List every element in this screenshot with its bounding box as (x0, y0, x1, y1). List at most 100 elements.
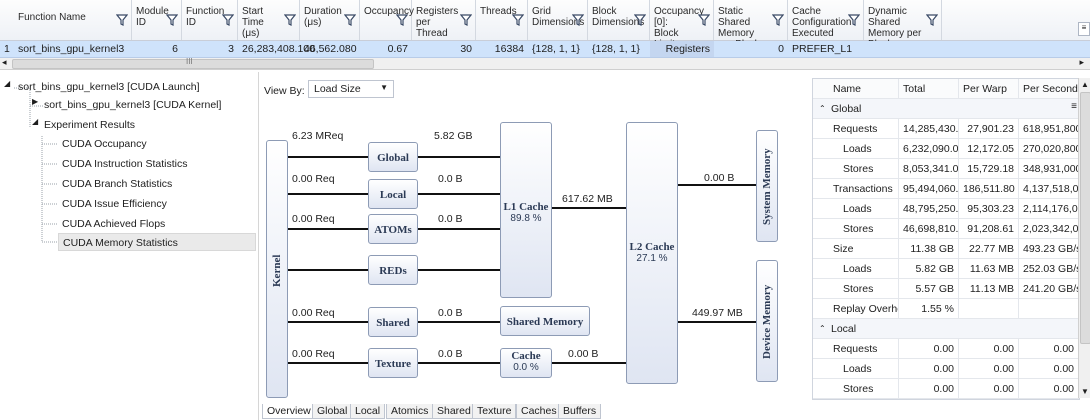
shared-memory-box[interactable]: Shared Memory (500, 306, 590, 336)
global-box[interactable]: Global (368, 142, 418, 172)
stats-row[interactable]: Stores 46,698,810.0 91,208.61 2,023,342,00 (813, 219, 1079, 239)
filter-icon[interactable] (344, 14, 356, 26)
tab-shared[interactable]: Shared (432, 404, 476, 419)
stats-row[interactable]: Loads 0.00 0.00 0.00 (813, 359, 1079, 379)
collapse-arrow-icon[interactable]: ⌃ (819, 324, 826, 333)
column-header[interactable]: Occupancy (360, 0, 414, 40)
texture-box[interactable]: Texture (368, 348, 418, 378)
tab-atomics[interactable]: Atomics (386, 404, 434, 419)
stats-row[interactable]: Loads 6,232,090.00 12,172.05 270,020,800. (813, 139, 1079, 159)
column-header[interactable]: Function ID (182, 0, 238, 40)
tab-global[interactable]: Global (312, 404, 353, 419)
device-memory-label: Device Memory (761, 284, 773, 360)
column-header[interactable]: Threads (476, 0, 528, 40)
stats-row[interactable]: Requests 14,285,430.0 27,901.23 618,951,800… (813, 119, 1079, 139)
stats-column-header[interactable]: Name (813, 79, 899, 99)
tree-item-cuda-kernel[interactable]: sort_bins_gpu_kernel3 [CUDA Kernel] (44, 96, 221, 114)
column-chooser-icon[interactable]: ≡ (1078, 22, 1090, 36)
stats-cell: 11.13 MB (959, 279, 1019, 299)
stats-column-header[interactable]: Total (899, 79, 959, 99)
column-header[interactable]: Dynamic Shared Memory per Block (bytes) (864, 0, 942, 61)
column-header[interactable]: Cache Configuration Executed (788, 0, 864, 40)
tree-item-cuda-issue-efficiency[interactable]: CUDA Issue Efficiency (62, 195, 167, 213)
column-header[interactable]: Registers per Thread (412, 0, 476, 40)
tree-item-cuda-memory-statistics[interactable]: CUDA Memory Statistics (58, 233, 256, 251)
column-header[interactable]: Occupancy [0]: Block Limit Reason (650, 0, 714, 61)
stats-row[interactable]: Size 11.38 GB 22.77 MB 493.23 GB/s (813, 239, 1079, 259)
collapse-arrow-icon[interactable]: ◢ (32, 117, 38, 126)
scroll-thumb[interactable] (12, 59, 374, 69)
tree-item-cuda-branch-statistics[interactable]: CUDA Branch Statistics (62, 175, 172, 193)
stats-column-header[interactable]: Per Warp (959, 79, 1019, 99)
tree-item-cuda-achieved-flops[interactable]: CUDA Achieved Flops (62, 215, 165, 233)
filter-icon[interactable] (166, 14, 178, 26)
scroll-up-arrow-icon[interactable]: ▲ (1081, 80, 1089, 89)
texture-cache-box[interactable]: Cache 0.0 % (500, 348, 552, 378)
stats-group-row[interactable]: ⌃ Local (813, 319, 1079, 339)
scroll-left-arrow-icon[interactable]: ◂ (2, 57, 7, 68)
filter-icon[interactable] (926, 14, 938, 26)
collapse-arrow-icon[interactable]: ⌃ (819, 104, 826, 113)
stats-row[interactable]: Requests 0.00 0.00 0.00 (813, 339, 1079, 359)
memory-diagram: Kernel Global Local ATOMs REDs Shared Te… (262, 72, 810, 406)
system-memory-box[interactable]: System Memory (756, 130, 778, 242)
table-menu-icon[interactable]: ≡ (1071, 101, 1077, 112)
column-header[interactable]: Block Dimensions (588, 0, 650, 40)
collapse-arrow-icon[interactable]: ◢ (4, 79, 10, 88)
filter-icon[interactable] (772, 14, 784, 26)
stats-row[interactable]: Transactions 95,494,060.0 186,511.80 4,137,… (813, 179, 1079, 199)
filter-icon[interactable] (116, 14, 128, 26)
l2-cache-box[interactable]: L2 Cache 27.1 % (626, 122, 678, 384)
stats-row[interactable]: Stores 5.57 GB 11.13 MB 241.20 GB/s (813, 279, 1079, 299)
device-memory-box[interactable]: Device Memory (756, 260, 778, 382)
filter-icon[interactable] (848, 14, 860, 26)
atoms-box[interactable]: ATOMs (368, 214, 418, 244)
filter-icon[interactable] (284, 14, 296, 26)
stats-cell: Stores (813, 219, 899, 239)
filter-icon[interactable] (634, 14, 646, 26)
table-row[interactable]: 1 sort_bins_gpu_kernel3 6 3 26,283,408.100 46… (0, 41, 1090, 58)
results-grid-header: Function Name Module ID Function ID Start T… (0, 0, 1090, 61)
l1-cache-box[interactable]: L1 Cache 89.8 % (500, 122, 552, 298)
column-header[interactable]: Function Name (0, 0, 132, 40)
tab-local[interactable]: Local (350, 404, 386, 419)
column-header[interactable]: Module ID (132, 0, 182, 40)
scroll-thumb[interactable] (1080, 92, 1090, 344)
tree-item-cuda-instruction-statistics[interactable]: CUDA Instruction Statistics (62, 155, 187, 173)
tree-item-experiment-results[interactable]: Experiment Results (44, 116, 135, 134)
tab-texture[interactable]: Texture (472, 404, 517, 419)
filter-icon[interactable] (396, 14, 408, 26)
tab-caches[interactable]: Caches (516, 404, 562, 419)
stats-row[interactable]: Loads 5.82 GB 11.63 MB 252.03 GB/s (813, 259, 1079, 279)
stats-group-row[interactable]: ⌃ Global (813, 99, 1079, 119)
kernel-box[interactable]: Kernel (266, 140, 288, 398)
reds-box[interactable]: REDs (368, 255, 418, 285)
column-header[interactable]: Static Shared Memory per Block (bytes) (714, 0, 788, 61)
stats-row[interactable]: Stores 8,053,341.00 15,729.18 348,931,000. (813, 159, 1079, 179)
horizontal-scrollbar[interactable]: ◂ III ▸ (0, 57, 1090, 70)
vertical-scrollbar[interactable]: ▲ ▼ (1078, 78, 1090, 398)
shared-box[interactable]: Shared (368, 307, 418, 337)
filter-icon[interactable] (460, 14, 472, 26)
column-header[interactable]: Grid Dimensions (528, 0, 588, 40)
tab-buffers[interactable]: Buffers (558, 404, 602, 419)
filter-icon[interactable] (512, 14, 524, 26)
tree-item-cuda-occupancy[interactable]: CUDA Occupancy (62, 135, 147, 153)
filter-icon[interactable] (698, 14, 710, 26)
scroll-right-arrow-icon[interactable]: ▸ (1079, 57, 1084, 68)
stats-row[interactable]: Loads 48,795,250.0 95,303.23 2,114,176,00 (813, 199, 1079, 219)
column-header[interactable]: Duration (μs) (300, 0, 360, 40)
scroll-down-arrow-icon[interactable]: ▼ (1081, 387, 1089, 396)
tree-item-cuda-launch[interactable]: sort_bins_gpu_kernel3 [CUDA Launch] (18, 78, 200, 96)
stats-cell: 27,901.23 (959, 119, 1019, 139)
filter-icon[interactable] (572, 14, 584, 26)
stats-row[interactable]: Replay Overhead1.55 % (813, 299, 1079, 319)
stats-column-header[interactable]: Per Second (1019, 79, 1079, 99)
filter-icon[interactable] (222, 14, 234, 26)
expand-arrow-icon[interactable]: ▶ (32, 97, 38, 106)
local-box[interactable]: Local (368, 179, 418, 209)
column-header[interactable]: Start Time (μs) (238, 0, 300, 40)
tab-overview[interactable]: Overview (262, 404, 316, 419)
stats-cell: 618,951,800. (1019, 119, 1079, 139)
stats-row[interactable]: Stores 0.00 0.00 0.00 (813, 379, 1079, 399)
